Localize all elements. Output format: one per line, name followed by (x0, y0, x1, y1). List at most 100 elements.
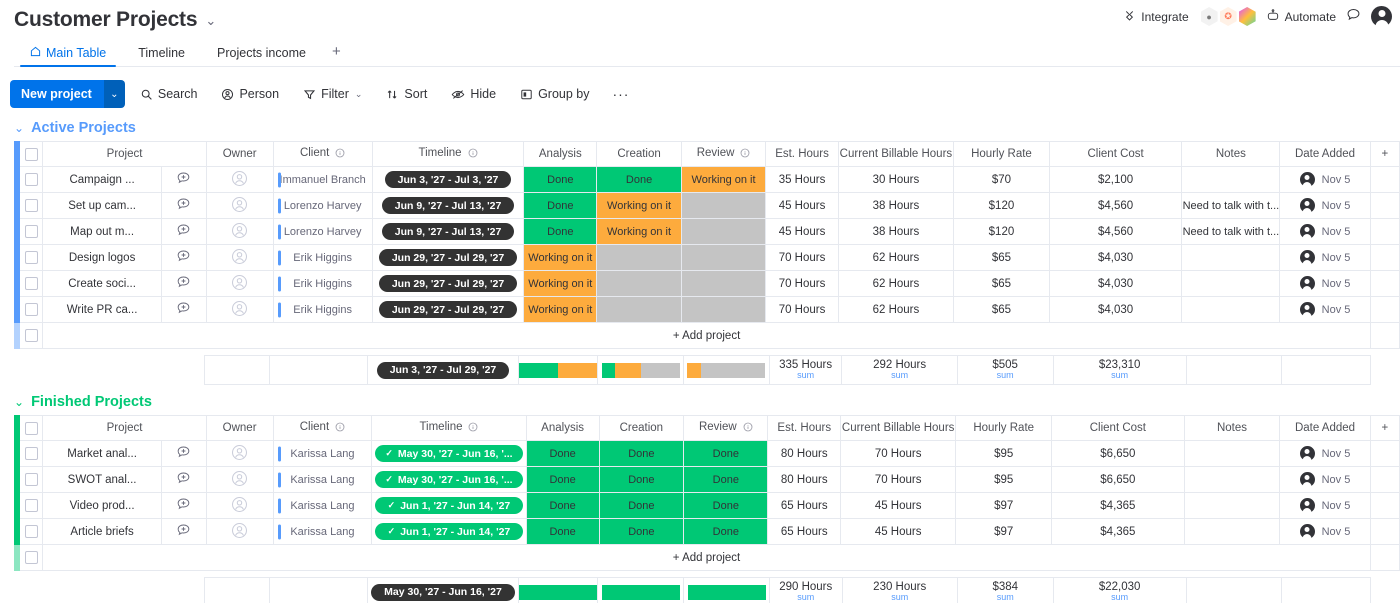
cell-est-hours[interactable]: 65 Hours (768, 493, 842, 519)
row-checkbox[interactable] (24, 277, 38, 290)
add-update-icon[interactable] (176, 224, 191, 241)
group-collapse-chevron-icon[interactable]: ⌄ (14, 121, 24, 135)
cell-notes[interactable] (1184, 519, 1281, 545)
column-header-date-added[interactable]: Date Added (1280, 141, 1371, 167)
add-update-icon[interactable] (176, 198, 191, 215)
cell-analysis-status[interactable]: Working on it (524, 271, 598, 297)
cell-project-name[interactable]: Design logos (43, 245, 162, 271)
table-row[interactable]: SWOT anal... Karissa Lang ✓ May 30, '27 - J… (14, 467, 1400, 493)
column-header-timeline[interactable]: Timeline (372, 415, 527, 441)
cell-project-name[interactable]: Write PR ca... (43, 297, 162, 323)
cell-client[interactable]: Karissa Lang (273, 493, 373, 519)
table-row[interactable]: Write PR ca... Erik Higgins Jun 29, '27 - … (14, 297, 1400, 323)
cell-owner[interactable] (206, 519, 274, 545)
cell-timeline[interactable]: Jun 3, '27 - Jul 3, '27 (372, 167, 525, 193)
column-header-analysis[interactable]: Analysis (526, 415, 600, 441)
column-header-client-cost[interactable]: Client Cost (1049, 141, 1183, 167)
cell-hourly-rate[interactable]: $65 (954, 271, 1050, 297)
cell-owner[interactable] (206, 167, 274, 193)
summary-review[interactable] (684, 577, 770, 603)
cell-creation-status[interactable]: Done (599, 441, 685, 467)
add-update-icon[interactable] (176, 302, 191, 319)
select-all-checkbox[interactable] (24, 421, 38, 435)
slack-icon[interactable]: ● (1200, 7, 1218, 26)
cell-timeline[interactable]: Jun 9, '27 - Jul 13, '27 (372, 219, 525, 245)
column-header-client-cost[interactable]: Client Cost (1052, 415, 1185, 441)
cell-review-status[interactable]: Done (684, 441, 769, 467)
cell-owner[interactable] (206, 441, 274, 467)
cell-client[interactable]: Lorenzo Harvey (273, 219, 373, 245)
timeline-chip[interactable]: Jun 29, '27 - Jul 29, '27 (378, 275, 518, 292)
cell-notes[interactable] (1184, 467, 1281, 493)
cell-owner[interactable] (206, 467, 274, 493)
summary-review[interactable] (683, 355, 770, 385)
cell-review-status[interactable]: Working on it (681, 167, 767, 193)
integrate-button[interactable]: Integrate (1123, 9, 1189, 25)
row-checkbox[interactable] (24, 525, 38, 538)
search-button[interactable]: Search (131, 82, 207, 106)
cell-timeline[interactable]: ✓ Jun 1, '27 - Jun 14, '27 (372, 493, 527, 519)
column-header-project[interactable]: Project (43, 415, 207, 441)
owner-placeholder-icon[interactable] (231, 248, 248, 268)
summary-est-hours[interactable]: 290 Hours sum (769, 577, 843, 603)
timeline-chip[interactable]: Jun 29, '27 - Jul 29, '27 (378, 249, 518, 266)
cell-notes[interactable] (1182, 245, 1281, 271)
column-info-icon[interactable] (335, 148, 345, 161)
cell-notes[interactable] (1182, 297, 1281, 323)
column-header-review[interactable]: Review (681, 141, 767, 167)
cell-est-hours[interactable]: 70 Hours (766, 297, 839, 323)
add-project-button[interactable]: + Add project (43, 323, 1371, 349)
summary-hourly-rate[interactable]: $384 sum (957, 577, 1054, 603)
row-checkbox[interactable] (24, 473, 38, 486)
cell-date-added[interactable]: Nov 5 (1280, 441, 1371, 467)
more-options-button[interactable]: ··· (604, 84, 637, 104)
cell-analysis-status[interactable]: Done (526, 519, 600, 545)
cell-updates[interactable] (161, 493, 207, 519)
group-by-button[interactable]: Group by (511, 82, 598, 106)
cell-review-status[interactable]: Done (684, 519, 769, 545)
cell-project-name[interactable]: SWOT anal... (43, 467, 162, 493)
column-header-est-hours[interactable]: Est. Hours (766, 141, 839, 167)
cell-hourly-rate[interactable]: $97 (956, 519, 1053, 545)
cell-project-name[interactable]: Campaign ... (43, 167, 162, 193)
column-header-analysis[interactable]: Analysis (524, 141, 598, 167)
cell-billable-hours[interactable]: 45 Hours (841, 493, 957, 519)
cell-creation-status[interactable] (597, 245, 682, 271)
row-checkbox[interactable] (24, 225, 38, 238)
cell-timeline[interactable]: ✓ Jun 1, '27 - Jun 14, '27 (372, 519, 527, 545)
cell-updates[interactable] (161, 245, 207, 271)
automate-button[interactable]: Automate (1266, 8, 1336, 25)
cell-project-name[interactable]: Article briefs (43, 519, 162, 545)
group-collapse-chevron-icon[interactable]: ⌄ (14, 395, 24, 409)
column-header-project[interactable]: Project (43, 141, 207, 167)
column-header-current-billable-hours[interactable]: Current Billable Hours (838, 141, 955, 167)
cell-date-added[interactable]: Nov 5 (1280, 219, 1371, 245)
add-project-row[interactable]: + Add project (14, 323, 1400, 349)
row-checkbox[interactable] (24, 499, 38, 512)
cell-review-status[interactable]: Done (684, 467, 769, 493)
sort-button[interactable]: Sort (377, 82, 436, 106)
cell-client-cost[interactable]: $2,100 (1049, 167, 1183, 193)
cell-analysis-status[interactable]: Working on it (524, 245, 598, 271)
row-checkbox[interactable] (24, 303, 38, 316)
cell-billable-hours[interactable]: 62 Hours (838, 245, 955, 271)
cell-client[interactable]: Erik Higgins (273, 297, 373, 323)
column-header-client[interactable]: Client (273, 141, 373, 167)
cell-hourly-rate[interactable]: $95 (956, 441, 1053, 467)
cell-est-hours[interactable]: 45 Hours (766, 193, 839, 219)
timeline-chip[interactable]: ✓ Jun 1, '27 - Jun 14, '27 (375, 523, 523, 540)
cell-est-hours[interactable]: 35 Hours (766, 167, 839, 193)
cell-hourly-rate[interactable]: $120 (954, 219, 1050, 245)
add-update-icon[interactable] (176, 498, 191, 515)
timeline-chip[interactable]: Jun 3, '27 - Jul 3, '27 (384, 171, 512, 188)
new-project-chevron-down-icon[interactable]: ⌄ (102, 80, 125, 108)
cell-hourly-rate[interactable]: $70 (954, 167, 1050, 193)
cell-client[interactable]: Erik Higgins (273, 245, 373, 271)
summary-analysis[interactable] (519, 355, 599, 385)
cell-timeline[interactable]: Jun 29, '27 - Jul 29, '27 (372, 245, 525, 271)
timeline-chip[interactable]: ✓ May 30, '27 - Jun 16, '... (375, 471, 523, 488)
cell-client[interactable]: Karissa Lang (273, 519, 373, 545)
cell-client-cost[interactable]: $4,030 (1049, 245, 1183, 271)
column-info-icon[interactable] (740, 148, 750, 161)
cell-date-added[interactable]: Nov 5 (1280, 245, 1371, 271)
